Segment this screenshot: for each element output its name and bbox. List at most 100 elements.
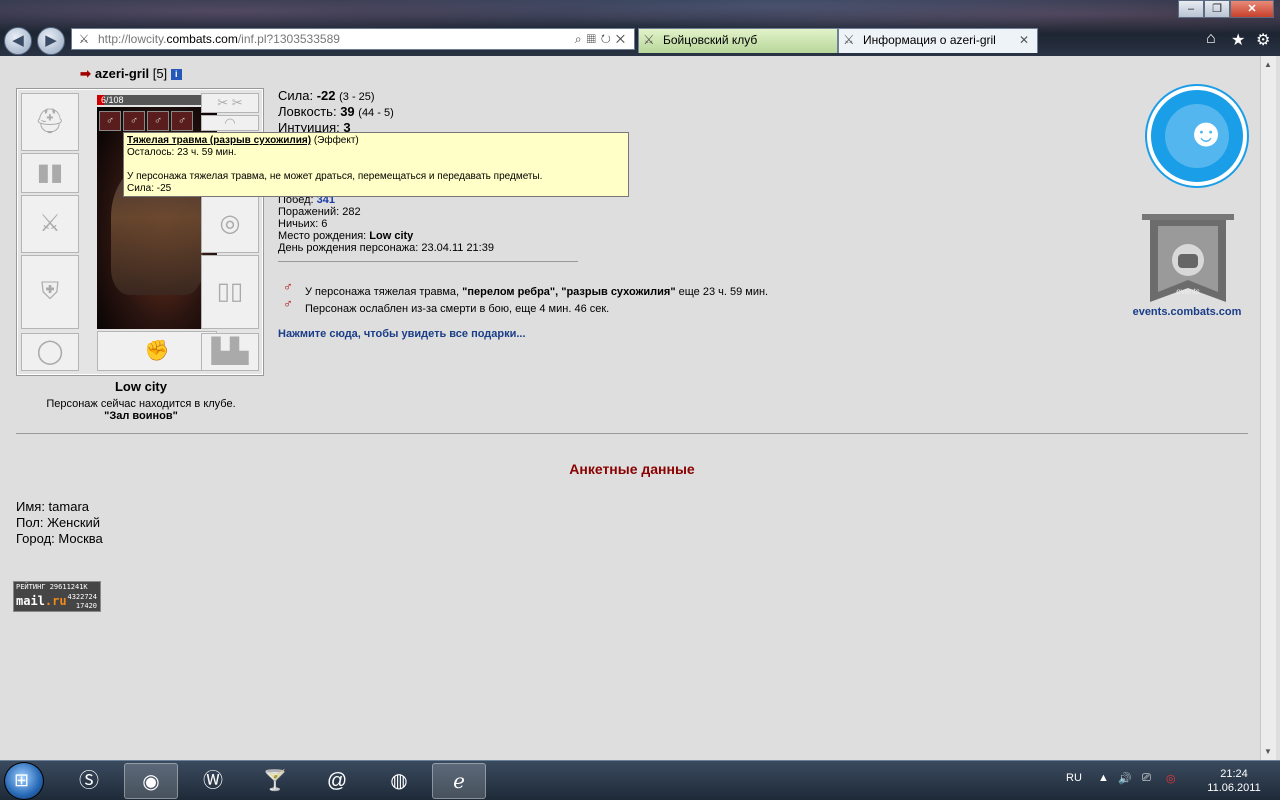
stat-range: (3 - 25) bbox=[339, 91, 375, 103]
tooltip-title: Тяжелая травма (разрыв сухожилия) bbox=[127, 135, 312, 146]
stat-label: Сила: bbox=[278, 88, 317, 103]
hp-text: 6/108 bbox=[101, 95, 124, 105]
tab-character-info[interactable]: ⚔ Информация о azeri-gril ✕ bbox=[838, 28, 1038, 53]
weapon-slot[interactable]: ⚔ bbox=[21, 195, 79, 253]
favorites-star-icon[interactable]: ★ bbox=[1231, 30, 1245, 50]
site-favicon-icon: ⚔ bbox=[78, 32, 90, 46]
boots-slot[interactable]: ▙▙ bbox=[201, 333, 259, 371]
mailru-counter[interactable]: РЕЙТИНГ 29611241К mail.ru 4322724 17420 bbox=[13, 581, 101, 612]
stop-icon[interactable]: ✕ bbox=[616, 32, 630, 46]
clock-date: 11.06.2011 bbox=[1207, 782, 1261, 794]
ie-taskbar-button[interactable]: ℯ bbox=[432, 763, 486, 799]
trauma-suffix: еще 23 ч. 59 мин. bbox=[675, 286, 769, 298]
scroll-up-icon[interactable]: ▲ bbox=[1264, 60, 1272, 69]
pants-slot[interactable]: ▯▯ bbox=[201, 255, 259, 329]
bracers-slot[interactable]: ▮▮ bbox=[21, 153, 79, 193]
warcraft-taskbar-button[interactable]: Ⓦ bbox=[186, 763, 240, 799]
stat-strength: Сила: -22 (3 - 25) bbox=[278, 88, 375, 103]
tooltip-remaining: Осталось: 23 ч. 59 мин. bbox=[127, 147, 237, 158]
gear-icon[interactable]: ⚙ bbox=[1256, 30, 1270, 50]
tab-favicon-icon: ⚔ bbox=[643, 32, 655, 47]
trauma-line: У персонажа тяжелая травма, "перелом реб… bbox=[305, 286, 768, 298]
language-indicator[interactable]: RU bbox=[1066, 772, 1082, 784]
trauma-effect-icon[interactable]: ♂ bbox=[171, 111, 193, 131]
page-content: ➡ azeri-gril [5] i ⛑ ▮▮ ⚔ ⛨ ◯ 6/108 ♂ ♂ ♂… bbox=[0, 56, 1280, 760]
tab-fight-club[interactable]: ⚔ Бойцовский клуб bbox=[638, 28, 838, 53]
club-logo[interactable]: ☻ bbox=[1147, 86, 1247, 186]
draws-line: Ничьих: 6 bbox=[278, 218, 328, 230]
shield-slot[interactable]: ◎ bbox=[201, 195, 259, 253]
birthplace-line: Место рождения: Low city bbox=[278, 230, 413, 242]
character-level: [5] bbox=[152, 66, 168, 81]
browser-titlebar: – ❐ ✕ ◀ ▶ ⚔ http://lowcity.combats.com/i… bbox=[0, 0, 1280, 56]
firefox-taskbar-button[interactable]: ◉ bbox=[124, 763, 178, 799]
maximize-button[interactable]: ❐ bbox=[1204, 0, 1230, 18]
tab-close-icon[interactable]: ✕ bbox=[1019, 29, 1029, 52]
close-button[interactable]: ✕ bbox=[1230, 0, 1274, 18]
info-icon[interactable]: i bbox=[170, 69, 182, 80]
volume-icon[interactable]: 🔊 bbox=[1118, 772, 1132, 785]
mail-agent-taskbar-button[interactable]: @ bbox=[310, 763, 364, 799]
armor-icon: ⛨ bbox=[41, 278, 59, 305]
belt-slot[interactable]: ◯ bbox=[21, 333, 79, 371]
chrome-taskbar-button[interactable]: ◍ bbox=[372, 763, 426, 799]
counter-num1: 4322724 bbox=[67, 593, 97, 601]
earrings-slot[interactable]: ✂ ✂ bbox=[201, 93, 259, 113]
trauma-effect-icon[interactable]: ♂ bbox=[123, 111, 145, 131]
back-arrow-icon: ◀ bbox=[12, 32, 24, 49]
boots-icon: ▙▙ bbox=[211, 338, 249, 365]
minimize-button[interactable]: – bbox=[1178, 0, 1204, 18]
room-name: "Зал воинов" bbox=[104, 410, 178, 422]
scroll-down-icon[interactable]: ▼ bbox=[1264, 747, 1272, 756]
compat-icon[interactable]: ▦ bbox=[587, 32, 601, 46]
stat-label: Ловкость: bbox=[278, 104, 341, 119]
internet-explorer-icon: ℯ bbox=[453, 771, 465, 793]
firefox-icon: ◉ bbox=[142, 771, 160, 793]
skype-taskbar-button[interactable]: Ⓢ bbox=[62, 763, 116, 799]
home-icon[interactable]: ⌂ bbox=[1206, 30, 1216, 48]
url-suffix: /inf.pl?1303533589 bbox=[237, 32, 340, 46]
section-divider bbox=[16, 433, 1248, 434]
bracers-icon: ▮▮ bbox=[36, 159, 64, 186]
divider bbox=[278, 261, 578, 262]
url-domain: combats.com bbox=[166, 32, 238, 46]
network-icon[interactable]: ⎚ bbox=[1142, 772, 1151, 785]
amulet-slot[interactable]: ◠ bbox=[201, 115, 259, 131]
counter-brand-b: .ru bbox=[44, 594, 67, 608]
skype-icon: Ⓢ bbox=[79, 770, 99, 792]
gifts-link[interactable]: Нажмите сюда, чтобы увидеть все подарки.… bbox=[278, 328, 526, 340]
tray-expand-icon[interactable]: ▲ bbox=[1098, 772, 1109, 784]
character-nick: ➡ azeri-gril [5] i bbox=[80, 66, 182, 82]
clock[interactable]: 21:24 11.06.2011 bbox=[1196, 767, 1272, 795]
forward-button[interactable]: ▶ bbox=[37, 27, 65, 55]
stat-agility: Ловкость: 39 (44 - 5) bbox=[278, 104, 394, 119]
search-icon[interactable]: ⌕ bbox=[575, 32, 587, 46]
trauma-prefix: У персонажа тяжелая травма, bbox=[305, 286, 463, 298]
back-button[interactable]: ◀ bbox=[4, 27, 32, 55]
trauma-effect-icon[interactable]: ♂ bbox=[147, 111, 169, 131]
icq-taskbar-button[interactable]: 🍸 bbox=[248, 763, 302, 799]
private-message-arrow-icon[interactable]: ➡ bbox=[80, 66, 91, 81]
events-banner-icon[interactable]: events bbox=[1140, 212, 1236, 308]
counter-num2: 17420 bbox=[75, 602, 97, 610]
stat-value: 39 bbox=[340, 104, 355, 119]
profile-heading: Анкетные данные bbox=[569, 461, 695, 477]
helmet-icon: ⛑ bbox=[34, 108, 66, 135]
vertical-scrollbar[interactable]: ▲ ▼ bbox=[1260, 56, 1276, 760]
address-tools[interactable]: ⌕▦↻✕ bbox=[575, 29, 630, 49]
trauma-effect-icon[interactable]: ♂ bbox=[99, 111, 121, 131]
address-bar[interactable]: ⚔ http://lowcity.combats.com/inf.pl?1303… bbox=[71, 28, 635, 50]
tab-label: Информация о azeri-gril bbox=[863, 33, 996, 47]
events-link[interactable]: events.combats.com bbox=[1126, 306, 1248, 318]
sword-icon: ⚔ bbox=[39, 210, 61, 237]
helmet-slot[interactable]: ⛑ bbox=[21, 93, 79, 151]
at-sign-icon: @ bbox=[326, 770, 348, 792]
armor-slot[interactable]: ⛨ bbox=[21, 255, 79, 329]
opera-tray-icon[interactable]: ◎ bbox=[1166, 772, 1176, 785]
effect-tooltip: Тяжелая травма (разрыв сухожилия) (Эффек… bbox=[123, 132, 629, 197]
taskbar: ⊞ Ⓢ ◉ Ⓦ 🍸 @ ◍ ℯ RU ▲ 🔊 ⎚ ◎ 21:24 11.06.2… bbox=[0, 760, 1280, 800]
start-button[interactable]: ⊞ bbox=[4, 762, 44, 800]
refresh-icon[interactable]: ↻ bbox=[601, 32, 616, 46]
nick-text[interactable]: azeri-gril bbox=[95, 66, 149, 81]
chrome-icon: ◍ bbox=[390, 770, 408, 792]
